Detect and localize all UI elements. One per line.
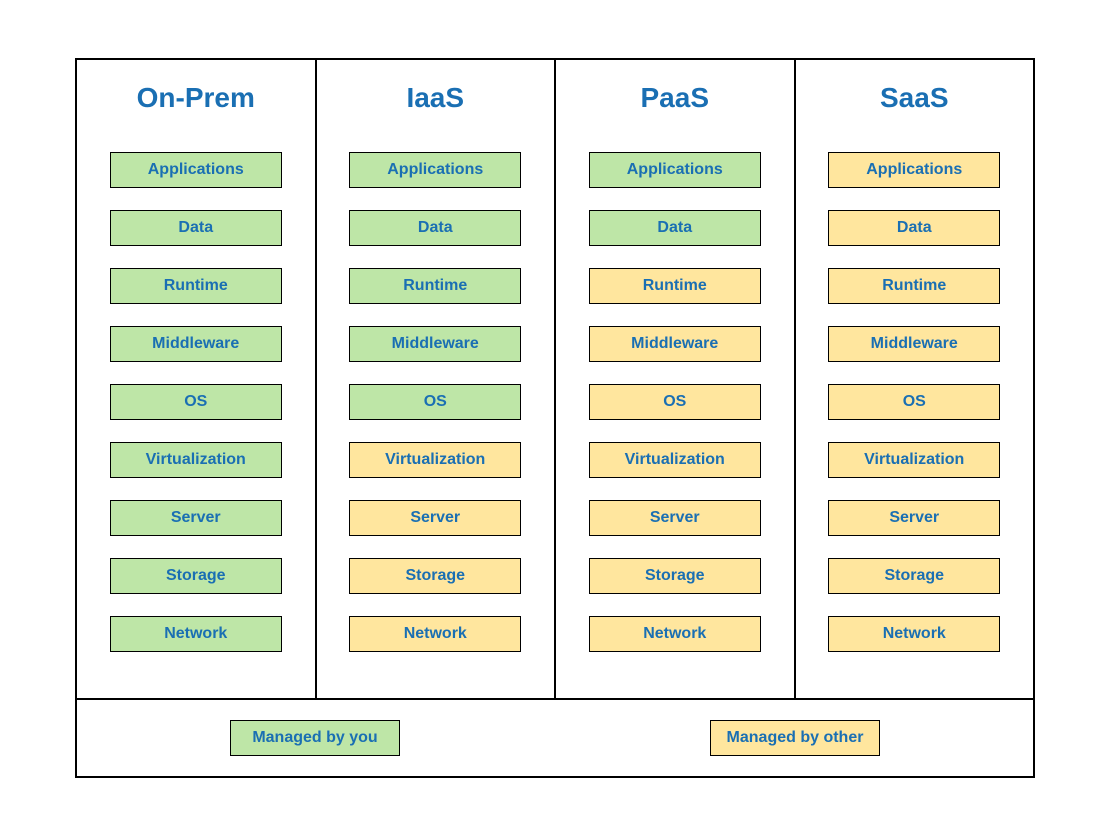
column-onprem: On-Prem Applications Data Runtime Middle… xyxy=(77,60,317,698)
column-title: IaaS xyxy=(406,82,464,114)
layer-box: Storage xyxy=(589,558,761,594)
column-title: PaaS xyxy=(641,82,710,114)
layer-box: Middleware xyxy=(110,326,282,362)
layer-box: Middleware xyxy=(349,326,521,362)
layer-box: Applications xyxy=(828,152,1000,188)
layer-box: Runtime xyxy=(110,268,282,304)
layer-box: Data xyxy=(349,210,521,246)
legend-managed-by-other: Managed by other xyxy=(710,720,880,756)
legend-row: Managed by you Managed by other xyxy=(77,698,1033,776)
layer-box: Data xyxy=(110,210,282,246)
layer-box: Runtime xyxy=(828,268,1000,304)
layer-box: Storage xyxy=(110,558,282,594)
layer-stack: Applications Data Runtime Middleware OS … xyxy=(589,152,761,652)
layer-box: Virtualization xyxy=(828,442,1000,478)
layer-box: Applications xyxy=(589,152,761,188)
layer-box: Data xyxy=(828,210,1000,246)
layer-box: Network xyxy=(349,616,521,652)
column-iaas: IaaS Applications Data Runtime Middlewar… xyxy=(317,60,557,698)
layer-box: Network xyxy=(828,616,1000,652)
layer-box: Storage xyxy=(828,558,1000,594)
layer-box: Storage xyxy=(349,558,521,594)
layer-box: Virtualization xyxy=(349,442,521,478)
layer-box: Middleware xyxy=(589,326,761,362)
layer-box: Runtime xyxy=(589,268,761,304)
diagram-container: On-Prem Applications Data Runtime Middle… xyxy=(75,58,1035,778)
layer-box: OS xyxy=(110,384,282,420)
layer-box: Server xyxy=(110,500,282,536)
layer-box: Virtualization xyxy=(589,442,761,478)
layer-box: Applications xyxy=(110,152,282,188)
column-title: On-Prem xyxy=(137,82,255,114)
layer-box: Server xyxy=(589,500,761,536)
layer-box: Server xyxy=(349,500,521,536)
layer-box: Data xyxy=(589,210,761,246)
column-saas: SaaS Applications Data Runtime Middlewar… xyxy=(796,60,1034,698)
layer-box: OS xyxy=(828,384,1000,420)
layer-stack: Applications Data Runtime Middleware OS … xyxy=(828,152,1000,652)
layer-box: Middleware xyxy=(828,326,1000,362)
layer-box: OS xyxy=(349,384,521,420)
layer-stack: Applications Data Runtime Middleware OS … xyxy=(349,152,521,652)
layer-box: Runtime xyxy=(349,268,521,304)
layer-box: Server xyxy=(828,500,1000,536)
layer-stack: Applications Data Runtime Middleware OS … xyxy=(110,152,282,652)
layer-box: Network xyxy=(110,616,282,652)
legend-managed-by-you: Managed by you xyxy=(230,720,400,756)
column-title: SaaS xyxy=(880,82,949,114)
column-paas: PaaS Applications Data Runtime Middlewar… xyxy=(556,60,796,698)
layer-box: Virtualization xyxy=(110,442,282,478)
columns-row: On-Prem Applications Data Runtime Middle… xyxy=(77,60,1033,698)
layer-box: Network xyxy=(589,616,761,652)
layer-box: Applications xyxy=(349,152,521,188)
layer-box: OS xyxy=(589,384,761,420)
